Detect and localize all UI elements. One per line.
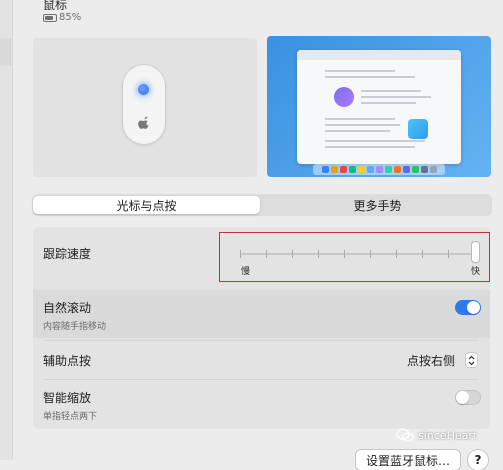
wechat-icon [396, 428, 414, 442]
secondary-click-value[interactable]: 点按右侧 [407, 352, 455, 369]
view-tab-control: 光标与点按 更多手势 [32, 194, 492, 216]
sidebar-edge [0, 0, 13, 460]
row-divider [45, 340, 478, 341]
dock-app-icon [366, 166, 374, 173]
watermark-text: sinceHeart [418, 428, 478, 442]
apple-logo-icon [138, 116, 149, 129]
battery-status: 85% [43, 12, 81, 23]
slider-max-label: 快 [471, 267, 481, 277]
dock-app-icon [393, 166, 401, 173]
dock-app-icon [348, 166, 356, 173]
help-button[interactable]: ? [468, 450, 488, 470]
preview-square-shape [408, 119, 428, 139]
battery-icon [43, 13, 57, 22]
dock-app-icon [339, 166, 347, 173]
tracking-speed-slider[interactable]: 慢 快 [219, 232, 490, 282]
slider-track [240, 253, 474, 255]
preview-circle-shape [334, 87, 354, 107]
mouse-illustration-panel [33, 38, 257, 177]
natural-scroll-toggle[interactable] [455, 300, 481, 315]
smart-zoom-description: 单指轻点两下 [43, 412, 98, 422]
gesture-preview [267, 36, 491, 177]
setup-bluetooth-mouse-button[interactable]: 设置蓝牙鼠标… [356, 450, 460, 470]
natural-scroll-description: 内容随手指移动 [43, 322, 107, 332]
natural-scroll-label: 自然滚动 [43, 301, 92, 315]
secondary-click-popup[interactable] [466, 353, 477, 367]
tab-more-gestures[interactable]: 更多手势 [264, 196, 491, 214]
row-divider [45, 379, 478, 380]
preview-dock [313, 164, 445, 175]
smart-zoom-label: 智能缩放 [43, 391, 92, 405]
preview-window-graphic [297, 50, 461, 164]
slider-knob[interactable] [472, 242, 479, 262]
tracking-speed-label: 跟踪速度 [43, 247, 92, 261]
dock-app-icon [420, 166, 428, 173]
dock-app-icon [384, 166, 392, 173]
dock-app-icon [330, 166, 338, 173]
magic-mouse-image [122, 64, 166, 145]
click-indicator-dot [138, 84, 149, 95]
slider-min-label: 慢 [241, 267, 251, 277]
dock-app-icon [375, 166, 383, 173]
smart-zoom-toggle[interactable] [455, 390, 481, 405]
tab-point-and-click[interactable]: 光标与点按 [33, 196, 260, 214]
dock-app-icon [429, 166, 437, 173]
battery-level: 85% [59, 12, 82, 23]
toggle-knob [456, 391, 469, 404]
watermark: sinceHeart [396, 428, 477, 442]
dock-app-icon [402, 166, 410, 173]
dock-app-icon [321, 166, 329, 173]
dock-app-icon [411, 166, 419, 173]
secondary-click-label: 辅助点按 [43, 354, 92, 368]
sidebar-scroll-handle[interactable] [0, 38, 11, 66]
chevron-up-down-icon [468, 355, 475, 365]
dock-app-icon [357, 166, 365, 173]
toggle-knob [467, 301, 480, 314]
